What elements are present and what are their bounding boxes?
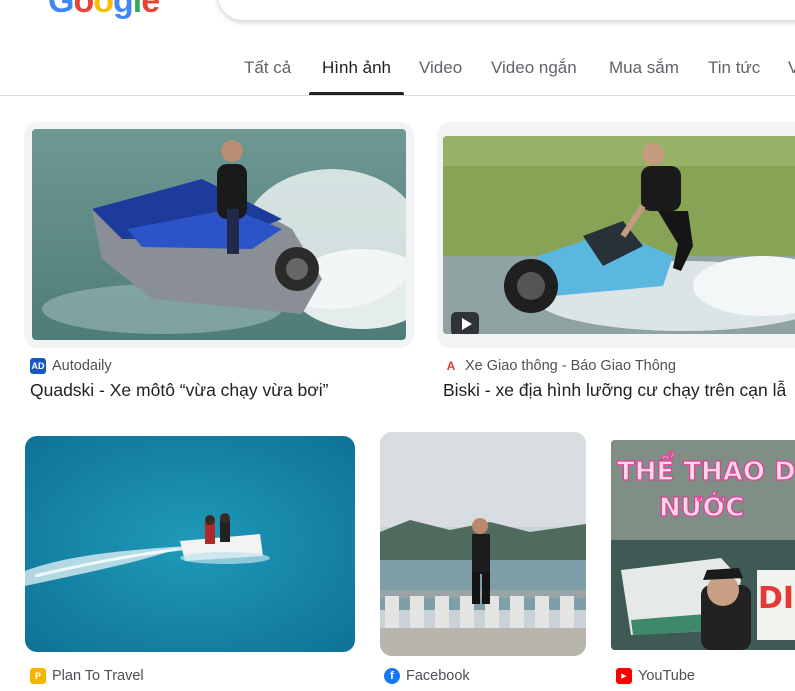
result-source[interactable]: P Plan To Travel [30, 668, 144, 684]
plan-to-travel-favicon-icon: P [30, 668, 46, 684]
tab-news[interactable]: Tin tức [708, 58, 760, 78]
tab-images[interactable]: Hình ảnh [322, 58, 391, 78]
thumbnail-overlay-text-2: NƯỚC [659, 491, 744, 523]
result-image-lakeside-man[interactable] [380, 432, 586, 656]
thumbnail-overlay-text-3: DI [758, 581, 794, 616]
search-box[interactable] [218, 0, 795, 20]
result-source[interactable]: AD Autodaily [30, 358, 112, 374]
google-logo[interactable]: Google [48, 0, 160, 18]
tab-more[interactable]: V [788, 58, 795, 78]
tab-video[interactable]: Video [419, 58, 462, 78]
search-tabs: Tất cả Hình ảnh Video Video ngắn Mua sắm… [0, 48, 795, 96]
result-image-jetski-drone[interactable] [25, 436, 355, 652]
tab-short-video[interactable]: Video ngắn [491, 58, 577, 78]
result-source[interactable]: A Xe Giao thông - Báo Giao Thông [443, 358, 676, 374]
tab-shopping[interactable]: Mua sắm [609, 58, 679, 78]
result-image-biski[interactable] [443, 136, 795, 334]
result-image-youtube-thumbnail[interactable]: DI THỂ THAO DƯỚI NƯỚC [611, 440, 795, 650]
youtube-favicon-icon: ▶ [616, 668, 632, 684]
tab-all[interactable]: Tất cả [244, 58, 291, 78]
facebook-favicon-icon: f [384, 668, 400, 684]
autodaily-favicon-icon: AD [30, 358, 46, 374]
result-title[interactable]: Quadski - Xe môtô “vừa chạy vừa bơi” [30, 380, 410, 401]
result-source[interactable]: f Facebook [384, 668, 470, 684]
video-play-icon [451, 312, 479, 334]
xe-giao-thong-favicon-icon: A [443, 358, 459, 374]
result-source[interactable]: ▶ YouTube [616, 668, 695, 684]
result-image-quadski[interactable] [32, 129, 406, 340]
active-tab-indicator [309, 92, 404, 95]
result-title[interactable]: Biski - xe địa hình lưỡng cư chạy trên c… [443, 380, 795, 401]
